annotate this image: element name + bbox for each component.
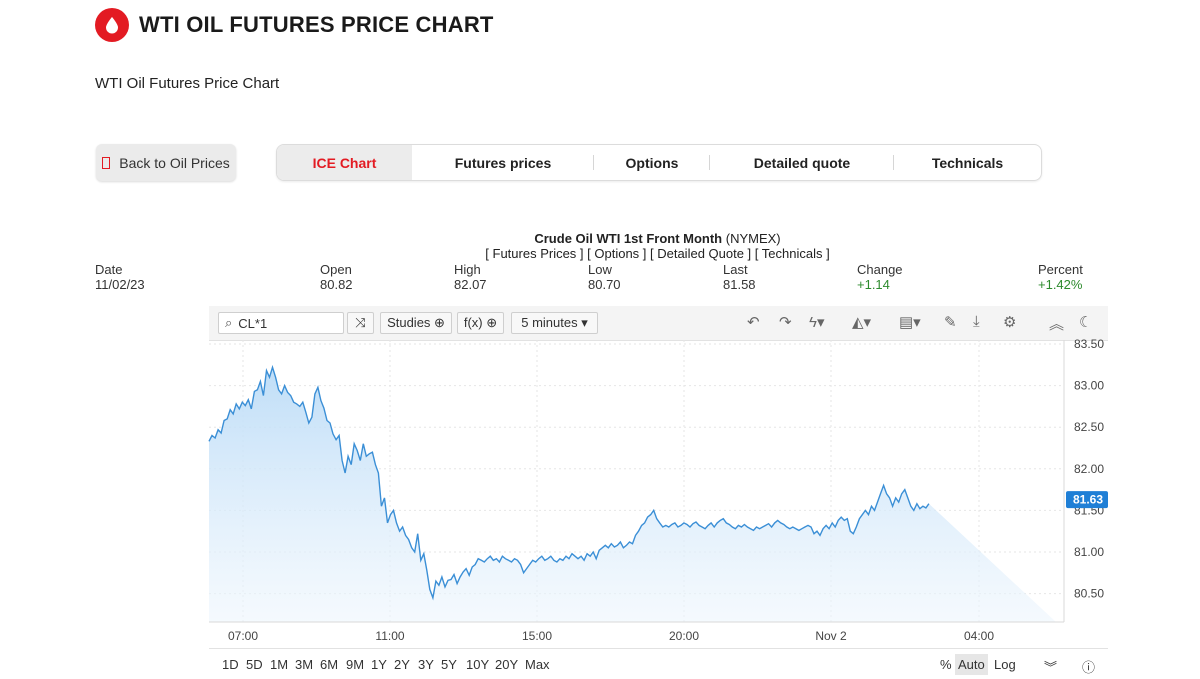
- x-tick-label: 15:00: [522, 629, 552, 643]
- x-tick-label: 04:00: [964, 629, 994, 643]
- range-1y[interactable]: 1Y: [371, 657, 387, 672]
- expand-icon[interactable]: ︾: [1041, 654, 1060, 679]
- range-5y[interactable]: 5Y: [441, 657, 457, 672]
- y-tick-label: 83.00: [1074, 379, 1104, 393]
- price-chart[interactable]: 80.5081.0081.5082.0082.5083.0083.50 07:0…: [0, 0, 1200, 675]
- x-tick-label: 20:00: [669, 629, 699, 643]
- range-max[interactable]: Max: [525, 657, 550, 672]
- price-area: [209, 367, 1056, 622]
- last-price-label: 81.63: [1073, 493, 1103, 507]
- y-tick-label: 83.50: [1074, 337, 1104, 351]
- range-3m[interactable]: 3M: [295, 657, 313, 672]
- range-1m[interactable]: 1M: [270, 657, 288, 672]
- y-axis-ticks: 80.5081.0081.5082.0082.5083.0083.50: [1074, 337, 1104, 601]
- log-scale-toggle[interactable]: Log: [991, 654, 1019, 675]
- x-tick-label: Nov 2: [815, 629, 847, 643]
- x-tick-label: 11:00: [375, 629, 404, 643]
- range-bar: 1D 5D 1M 3M 6M 9M 1Y 2Y 3Y 5Y 10Y 20Y Max % Auto Log…: [209, 648, 1108, 676]
- auto-scale-toggle[interactable]: Auto: [955, 654, 988, 675]
- range-9m[interactable]: 9M: [346, 657, 364, 672]
- help-icon[interactable]: ⓘ: [1079, 654, 1098, 679]
- range-1d[interactable]: 1D: [222, 657, 239, 672]
- y-tick-label: 81.00: [1074, 545, 1104, 559]
- range-2y[interactable]: 2Y: [394, 657, 410, 672]
- range-6m[interactable]: 6M: [320, 657, 338, 672]
- range-20y[interactable]: 20Y: [495, 657, 518, 672]
- range-3y[interactable]: 3Y: [418, 657, 434, 672]
- percent-toggle[interactable]: %: [937, 654, 955, 675]
- y-tick-label: 82.00: [1074, 462, 1104, 476]
- last-price-marker: 81.63: [1066, 491, 1108, 509]
- y-tick-label: 82.50: [1074, 420, 1104, 434]
- x-tick-label: 07:00: [228, 629, 258, 643]
- range-5d[interactable]: 5D: [246, 657, 263, 672]
- x-axis-ticks: 07:00 11:00 15:00 20:00 Nov 2 04:00: [228, 629, 994, 643]
- y-tick-label: 80.50: [1074, 587, 1104, 601]
- range-10y[interactable]: 10Y: [466, 657, 489, 672]
